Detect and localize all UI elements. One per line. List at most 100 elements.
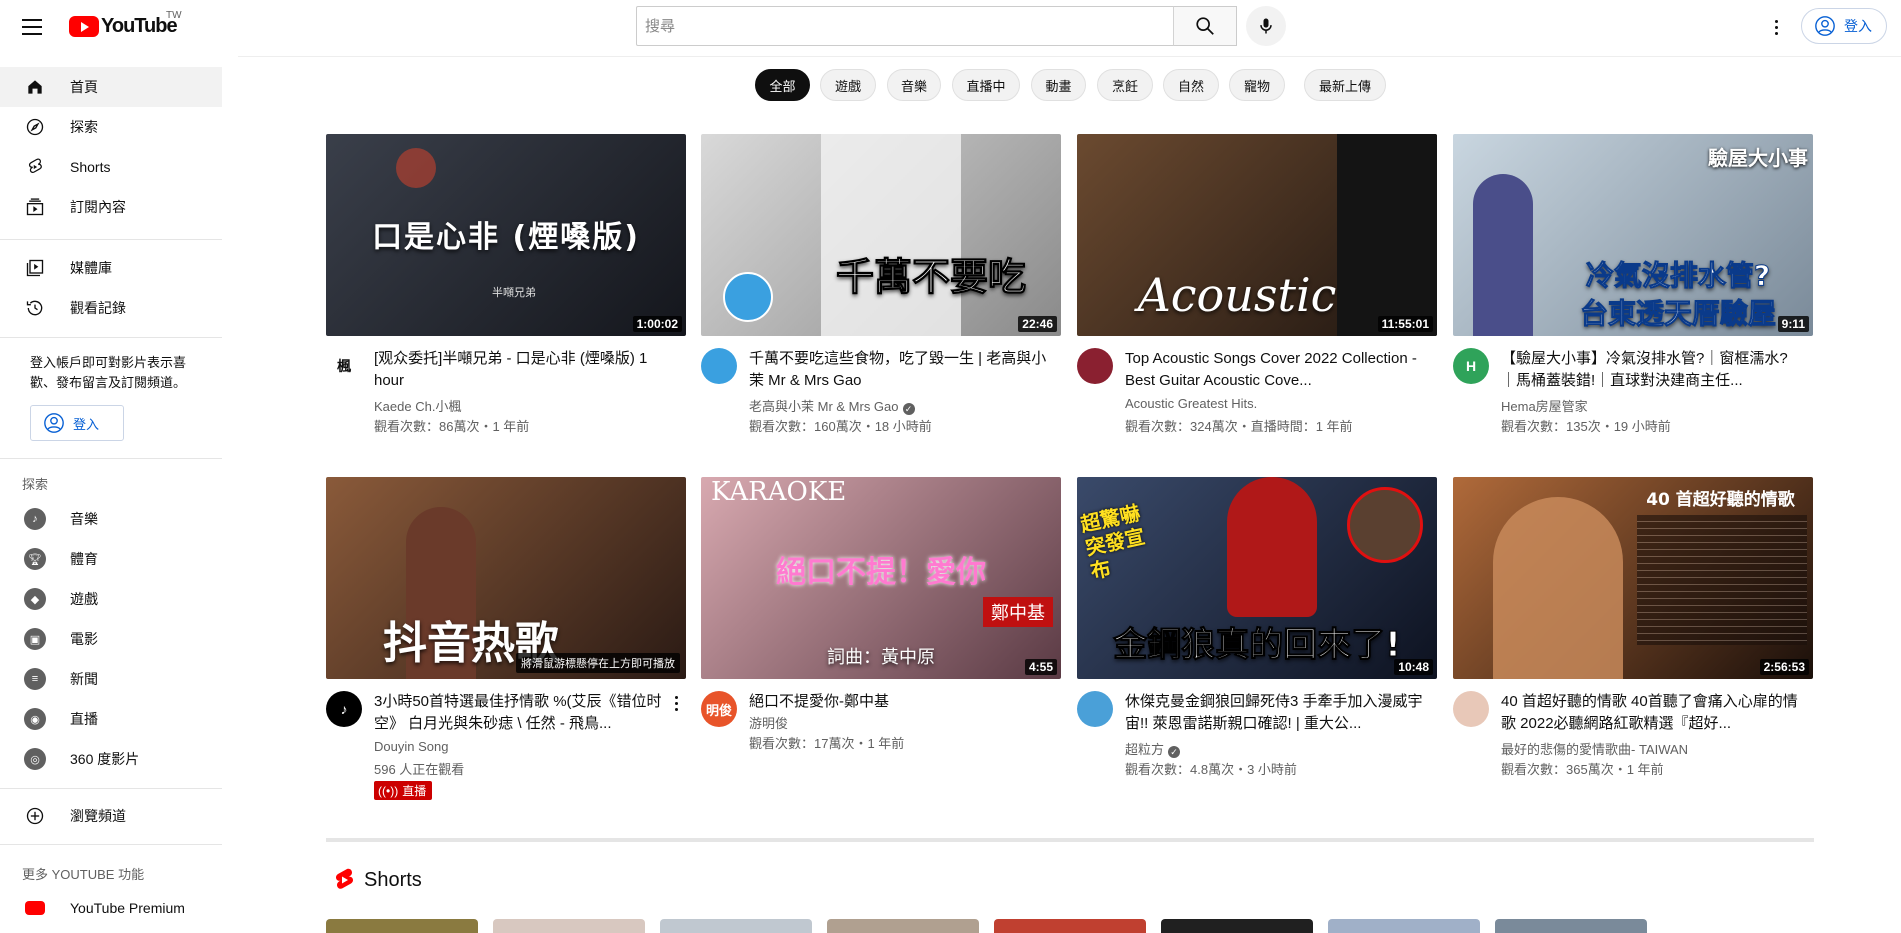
sidebar-item-music[interactable]: ♪ 音樂 bbox=[0, 499, 222, 539]
chip-recent[interactable]: 最新上傳 bbox=[1304, 69, 1386, 101]
channel-name[interactable]: 最好的悲傷的愛情歌曲- TAIWAN bbox=[1501, 739, 1688, 758]
thumbnail-title-text: 冷氣沒排水管? bbox=[1585, 259, 1771, 293]
video-title[interactable]: [观众委托]半噸兄弟 - 口是心非 (煙嗓版) 1 hour bbox=[374, 348, 674, 392]
chip-live[interactable]: 直播中 bbox=[952, 69, 1020, 101]
video-thumbnail[interactable]: 抖音热歌 將滑鼠游標懸停在上方即可播放 bbox=[326, 477, 686, 679]
short-thumbnail[interactable] bbox=[1495, 919, 1647, 933]
menu-icon[interactable] bbox=[18, 13, 46, 41]
live-broadcast-icon: ((•)) bbox=[378, 783, 399, 798]
sidebar-item-live[interactable]: ◉ 直播 bbox=[0, 699, 222, 739]
chip-all[interactable]: 全部 bbox=[755, 69, 810, 101]
voice-search-button[interactable] bbox=[1246, 6, 1286, 46]
sidebar-item-label: 瀏覽頻道 bbox=[70, 808, 126, 824]
singer-portrait bbox=[1493, 497, 1623, 679]
channel-avatar[interactable]: 楓 bbox=[326, 348, 362, 384]
chip-animation[interactable]: 動畫 bbox=[1031, 69, 1086, 101]
sidebar-item-history[interactable]: 觀看記錄 bbox=[0, 288, 222, 328]
sidebar-item-360[interactable]: ◎ 360 度影片 bbox=[0, 739, 222, 779]
country-code: TW bbox=[166, 10, 182, 21]
video-thumbnail[interactable]: 口是心非 (煙嗓版) 半噸兄弟 1:00:02 bbox=[326, 134, 686, 336]
video-thumbnail[interactable]: KARAOKE 絕口不提！愛你 鄭中基 詞曲：黃中原 4:55 bbox=[701, 477, 1061, 679]
sidebar-item-subscriptions[interactable]: 訂閱內容 bbox=[0, 187, 222, 227]
chip-pets[interactable]: 寵物 bbox=[1229, 69, 1285, 101]
video-title[interactable]: 【驗屋大小事】冷氣沒排水管?｜窗框濡水?｜馬桶蓋裝錯!｜直球對決建商主任... bbox=[1501, 348, 1801, 392]
video-title[interactable]: Top Acoustic Songs Cover 2022 Collection… bbox=[1125, 348, 1425, 392]
sidebar-item-gaming[interactable]: ◆ 遊戲 bbox=[0, 579, 222, 619]
sidebar-item-explore[interactable]: 探索 bbox=[0, 107, 222, 147]
sidebar-item-library[interactable]: 媒體庫 bbox=[0, 248, 222, 288]
channel-avatar[interactable]: H bbox=[1453, 348, 1489, 384]
thumbnail-title-text: 千萬不要吃 bbox=[835, 255, 1026, 300]
home-icon bbox=[24, 76, 46, 98]
search-button[interactable] bbox=[1173, 6, 1237, 46]
channel-avatar[interactable] bbox=[1077, 691, 1113, 727]
short-thumbnail[interactable] bbox=[1328, 919, 1480, 933]
sidebar-divider bbox=[0, 239, 222, 240]
settings-more-icon[interactable] bbox=[1762, 13, 1790, 41]
video-stats: 觀看次數：135次・19 小時前 bbox=[1501, 419, 1671, 434]
channel-name[interactable]: Kaede Ch.小楓 bbox=[374, 396, 461, 415]
video-title[interactable]: 千萬不要吃這些食物，吃了毀一生 | 老高與小茉 Mr & Mrs Gao bbox=[749, 348, 1049, 392]
short-thumbnail[interactable] bbox=[1161, 919, 1313, 933]
channel-name[interactable]: Douyin Song bbox=[374, 739, 448, 754]
channel-name[interactable]: 老高與小茉 Mr & Mrs Gao ✓ bbox=[749, 396, 915, 415]
channel-avatar[interactable]: ♪ bbox=[326, 691, 362, 727]
short-thumbnail[interactable] bbox=[660, 919, 812, 933]
sidebar-item-premium[interactable]: YouTube Premium bbox=[0, 888, 222, 928]
video-thumbnail[interactable]: 超驚嚇 突發宣布 金鋼狼真的回來了! 10:48 bbox=[1077, 477, 1437, 679]
channel-name-text: 老高與小茉 Mr & Mrs Gao bbox=[749, 399, 899, 414]
channel-avatar[interactable] bbox=[1453, 691, 1489, 727]
sidebar-item-label: 媒體庫 bbox=[70, 260, 112, 276]
sidebar-item-news[interactable]: ≡ 新聞 bbox=[0, 659, 222, 699]
sidebar-item-label: 觀看記錄 bbox=[70, 300, 126, 316]
sidebar-signin-button[interactable]: 登入 bbox=[30, 405, 124, 441]
channel-name[interactable]: Hema房屋管家 bbox=[1501, 396, 1588, 415]
short-thumbnail[interactable] bbox=[994, 919, 1146, 933]
video-duration: 1:00:02 bbox=[632, 316, 682, 332]
video-thumbnail[interactable]: Acoustic 11:55:01 bbox=[1077, 134, 1437, 336]
sidebar-item-sports[interactable]: 🏆︎ 體育 bbox=[0, 539, 222, 579]
thumbnail-title-text: 40 首超好聽的情歌 bbox=[1646, 490, 1795, 510]
sidebar-item-home[interactable]: 首頁 bbox=[0, 67, 222, 107]
chip-nature[interactable]: 自然 bbox=[1163, 69, 1219, 101]
signin-button[interactable]: 登入 bbox=[1801, 8, 1887, 44]
thumbnail-corner-text: 驗屋大小事 bbox=[1708, 146, 1808, 170]
hosts-avatar-image bbox=[723, 272, 773, 322]
video-stats: 觀看次數：4.8萬次・3 小時前 bbox=[1125, 762, 1297, 777]
channel-name[interactable]: 超粒方 ✓ bbox=[1125, 739, 1181, 758]
thumbnail-title-text: 口是心非 (煙嗓版) bbox=[372, 220, 640, 255]
short-thumbnail[interactable] bbox=[493, 919, 645, 933]
video-title[interactable]: 40 首超好聽的情歌 40首聽了會痛入心扉的情歌 2022必聽網路紅歌精選『超好… bbox=[1501, 691, 1801, 735]
chip-music[interactable]: 音樂 bbox=[887, 69, 941, 101]
video-duration: 10:48 bbox=[1394, 659, 1433, 675]
channel-avatar[interactable]: 明俊 bbox=[701, 691, 737, 727]
video-thumbnail[interactable]: 千萬不要吃 22:46 bbox=[701, 134, 1061, 336]
thumbnail-subtitle-text: 半噸兄弟 bbox=[492, 287, 536, 299]
thumbnail-subtitle-text: 台東透天厝驗屋 bbox=[1579, 297, 1776, 331]
chip-gaming[interactable]: 遊戲 bbox=[820, 69, 876, 101]
video-title[interactable]: 3小時50首特選最佳抒情歌 %(艾辰《错位时空》 白月光與朱砂痣 \ 任然 - … bbox=[374, 691, 664, 735]
search-input[interactable] bbox=[645, 17, 1236, 35]
masthead: YouTube TW 登入 bbox=[0, 0, 1901, 54]
video-title[interactable]: 絕口不提愛你-鄭中基 bbox=[749, 691, 1049, 713]
more-actions-icon[interactable] bbox=[666, 691, 686, 715]
channel-avatar[interactable] bbox=[1077, 348, 1113, 384]
hover-to-play-hint: 將滑鼠游標懸停在上方即可播放 bbox=[516, 653, 680, 673]
video-title[interactable]: 休傑克曼金鋼狼回歸死侍3 手牽手加入漫威宇宙!! 萊恩雷諾斯親口確認! | 重大… bbox=[1125, 691, 1425, 735]
video-thumbnail[interactable]: 40 首超好聽的情歌 2:56:53 bbox=[1453, 477, 1813, 679]
chip-cooking[interactable]: 烹飪 bbox=[1097, 69, 1153, 101]
channel-name[interactable]: 游明俊 bbox=[749, 713, 788, 732]
channel-avatar[interactable] bbox=[701, 348, 737, 384]
short-thumbnail[interactable] bbox=[326, 919, 478, 933]
gaming-icon: ◆ bbox=[24, 588, 46, 610]
sidebar-item-browse-channels[interactable]: 瀏覽頻道 bbox=[0, 796, 222, 836]
short-thumbnail[interactable] bbox=[827, 919, 979, 933]
channel-name[interactable]: Acoustic Greatest Hits. bbox=[1125, 396, 1257, 411]
sidebar-item-movies[interactable]: ▣ 電影 bbox=[0, 619, 222, 659]
channel-name-text: 超粒方 bbox=[1125, 742, 1165, 757]
sidebar-divider bbox=[0, 844, 222, 845]
actor-portrait bbox=[1347, 487, 1423, 563]
sidebar-item-shorts[interactable]: Shorts bbox=[0, 147, 222, 187]
video-thumbnail[interactable]: 驗屋大小事 冷氣沒排水管? 台東透天厝驗屋 9:11 bbox=[1453, 134, 1813, 336]
youtube-logo[interactable]: YouTube bbox=[69, 15, 178, 38]
